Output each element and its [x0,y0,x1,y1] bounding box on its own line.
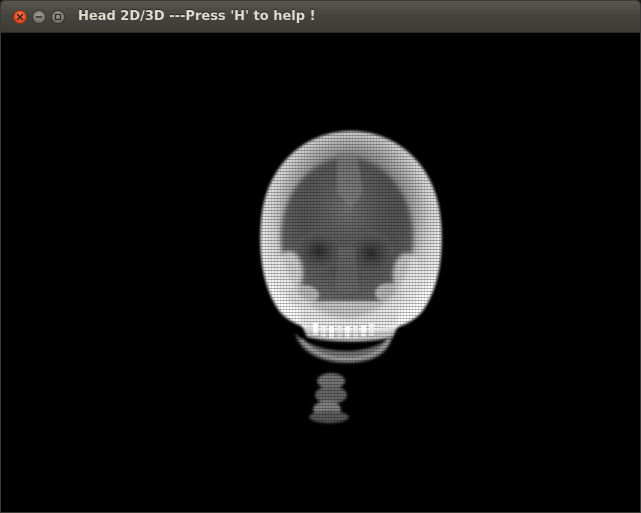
window-title: Head 2D/3D ---Press 'H' to help ! [78,9,316,24]
render-viewport[interactable] [1,33,640,512]
maximize-button[interactable] [51,10,65,24]
title-bar[interactable]: Head 2D/3D ---Press 'H' to help ! [1,1,640,33]
minimize-button[interactable] [32,10,46,24]
close-button[interactable] [13,10,27,24]
maximize-icon [54,13,62,21]
minimize-icon [35,16,43,18]
skull-render [260,131,442,423]
close-icon [16,13,24,21]
app-window: Head 2D/3D ---Press 'H' to help ! [0,0,641,513]
